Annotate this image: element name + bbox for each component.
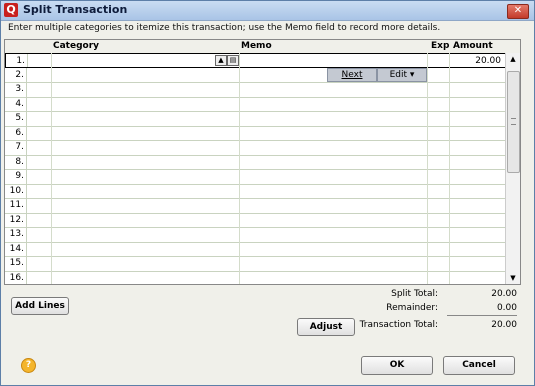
split-transaction-dialog: Q Split Transaction ✕ Enter multiple cat… xyxy=(0,0,535,386)
instructions-text: Enter multiple categories to itemize thi… xyxy=(8,23,441,33)
scroll-down-icon[interactable]: ▼ xyxy=(506,272,520,284)
row-number: 15. xyxy=(5,256,27,271)
column-header-memo[interactable]: Memo xyxy=(241,41,272,51)
row-number: 5. xyxy=(5,111,27,126)
help-icon[interactable]: ? xyxy=(21,358,36,373)
row-number: 2. xyxy=(5,67,27,82)
chevron-down-icon: ▾ xyxy=(409,70,415,80)
row-number: 6. xyxy=(5,125,27,140)
table-row[interactable]: 7. xyxy=(5,140,520,156)
totals-divider xyxy=(447,315,517,316)
category-list-icon[interactable]: ▤ xyxy=(227,55,239,66)
table-row[interactable]: 2. xyxy=(5,67,520,83)
next-label: Next xyxy=(341,70,363,80)
vertical-scrollbar[interactable]: ▲ ▼ xyxy=(505,53,520,284)
scroll-thumb[interactable] xyxy=(507,71,520,173)
category-dropdown-icon[interactable]: ▲ xyxy=(215,55,227,66)
table-row[interactable]: 9. xyxy=(5,169,520,185)
ok-button[interactable]: OK xyxy=(361,356,433,375)
remainder-value: 0.00 xyxy=(496,303,517,313)
row-number: 12. xyxy=(5,212,27,227)
close-button[interactable]: ✕ xyxy=(507,4,529,19)
split-total-value: 20.00 xyxy=(491,289,517,299)
edit-menu-button[interactable]: Edit ▾ xyxy=(377,68,427,82)
quicken-app-icon: Q xyxy=(4,3,18,17)
dialog-title: Split Transaction xyxy=(23,3,128,16)
split-grid: Category Memo Exp Amount 1. 20.00 2. 3. 4. 5.… xyxy=(4,39,521,285)
transaction-total-value: 20.00 xyxy=(491,320,517,330)
grid-header: Category Memo Exp Amount xyxy=(5,40,520,54)
table-row[interactable]: 1. 20.00 xyxy=(5,53,520,68)
table-row[interactable]: 10. xyxy=(5,183,520,199)
transaction-total-label: Transaction Total: xyxy=(359,320,438,330)
row-number: 4. xyxy=(5,96,27,111)
grip-icon xyxy=(511,118,516,125)
scroll-up-icon[interactable]: ▲ xyxy=(506,53,520,65)
table-row[interactable]: 16. xyxy=(5,270,520,284)
next-button[interactable]: Next xyxy=(327,68,377,82)
edit-label: Edit xyxy=(389,70,408,80)
table-row[interactable]: 6. xyxy=(5,125,520,141)
table-row[interactable]: 13. xyxy=(5,227,520,243)
row-number: 10. xyxy=(5,183,27,198)
column-header-exp[interactable]: Exp xyxy=(431,41,449,51)
row-number: 13. xyxy=(5,227,27,242)
remainder-label: Remainder: xyxy=(386,303,438,313)
row-number: 16. xyxy=(5,270,27,284)
title-bar: Q Split Transaction ✕ xyxy=(1,1,534,21)
row-number: 9. xyxy=(5,169,27,184)
column-header-amount[interactable]: Amount xyxy=(453,41,493,51)
table-row[interactable]: 5. xyxy=(5,111,520,127)
row-number: 7. xyxy=(5,140,27,155)
table-row[interactable]: 12. xyxy=(5,212,520,228)
table-row[interactable]: 11. xyxy=(5,198,520,214)
row-number: 3. xyxy=(5,82,27,97)
row-number: 11. xyxy=(5,198,27,213)
row-number: 8. xyxy=(5,154,27,169)
adjust-button[interactable]: Adjust xyxy=(297,318,355,336)
cancel-button[interactable]: Cancel xyxy=(443,356,515,375)
table-row[interactable]: 15. xyxy=(5,256,520,272)
table-row[interactable]: 4. xyxy=(5,96,520,112)
table-row[interactable]: 14. xyxy=(5,241,520,257)
split-total-label: Split Total: xyxy=(391,289,438,299)
amount-cell[interactable]: 20.00 xyxy=(475,54,501,68)
add-lines-button[interactable]: Add Lines xyxy=(11,297,69,315)
table-row[interactable]: 3. xyxy=(5,82,520,98)
table-row[interactable]: 8. xyxy=(5,154,520,170)
column-header-category[interactable]: Category xyxy=(53,41,99,51)
row-number: 1. xyxy=(6,54,28,67)
row-number: 14. xyxy=(5,241,27,256)
